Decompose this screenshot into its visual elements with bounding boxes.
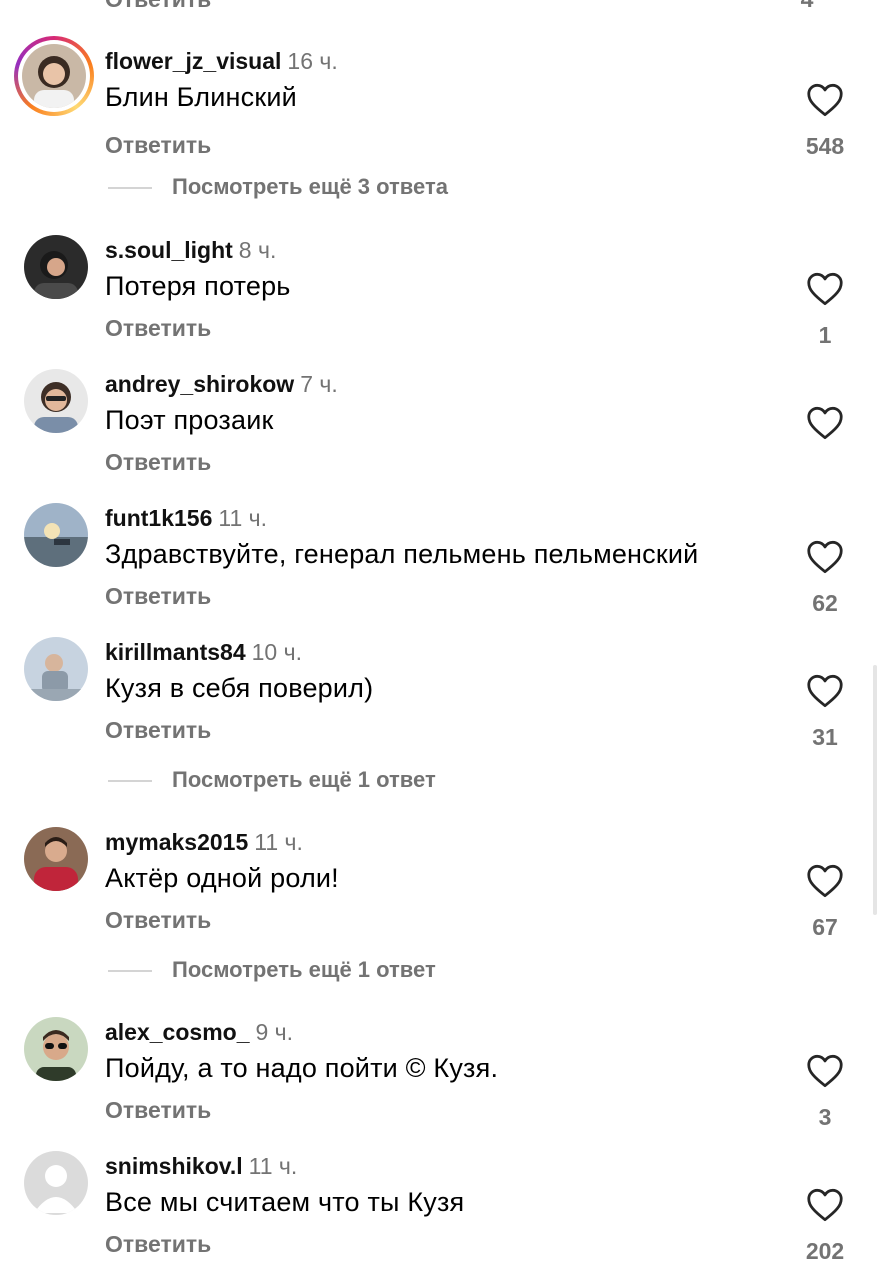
- view-more-replies[interactable]: Посмотреть ещё 3 ответа: [108, 172, 448, 202]
- reply-button[interactable]: Ответить: [105, 315, 211, 342]
- comment-header: kirillmants84 10 ч.: [105, 637, 302, 667]
- comment-item: flower_jz_visual 16 ч. Блин Блинский Отве…: [0, 36, 881, 166]
- comment-header: snimshikov.l 11 ч.: [105, 1151, 297, 1181]
- like-count: 31: [812, 724, 838, 750]
- avatar[interactable]: [24, 637, 88, 701]
- heart-outline-icon[interactable]: [806, 83, 844, 117]
- heart-outline-icon[interactable]: [806, 674, 844, 708]
- timestamp: 11 ч.: [248, 1153, 298, 1179]
- reply-button[interactable]: Ответить: [105, 0, 211, 13]
- view-more-replies-label: Посмотреть ещё 3 ответа: [172, 174, 448, 199]
- divider-line: [108, 970, 152, 973]
- comment-item: funt1k156 11 ч. Здравствуйте, генерал пел…: [0, 503, 881, 623]
- heart-outline-icon[interactable]: [806, 864, 844, 898]
- heart-outline-icon[interactable]: [806, 1188, 844, 1222]
- username[interactable]: andrey_shirokow: [105, 371, 294, 397]
- timestamp: 9 ч.: [255, 1019, 294, 1045]
- comment-text: Здравствуйте, генерал пельмень пельменск…: [105, 539, 699, 569]
- username[interactable]: alex_cosmo_: [105, 1019, 249, 1045]
- comment-text: Блин Блинский: [105, 82, 297, 112]
- avatar-photo-icon: [24, 235, 88, 299]
- username[interactable]: snimshikov.l: [105, 1153, 243, 1179]
- username[interactable]: funt1k156: [105, 505, 212, 531]
- comment-header: mymaks2015 11 ч.: [105, 827, 303, 857]
- timestamp: 11 ч.: [218, 505, 268, 531]
- avatar[interactable]: [24, 827, 88, 891]
- comment-header: alex_cosmo_ 9 ч.: [105, 1017, 293, 1047]
- comment-item: alex_cosmo_ 9 ч. Пойду, а то надо пойти ©…: [0, 1017, 881, 1137]
- reply-button[interactable]: Ответить: [105, 132, 211, 159]
- view-more-replies[interactable]: Посмотреть ещё 1 ответ: [108, 955, 436, 985]
- timestamp: 7 ч.: [300, 371, 338, 397]
- timestamp: 16 ч.: [287, 48, 338, 74]
- default-avatar-icon: [24, 1151, 88, 1215]
- avatar-with-story-ring[interactable]: [14, 36, 94, 116]
- reply-button[interactable]: Ответить: [105, 717, 211, 744]
- comment-text: Актёр одной роли!: [105, 863, 339, 893]
- username[interactable]: flower_jz_visual: [105, 48, 281, 74]
- like-count: 3: [818, 1104, 832, 1130]
- comment-item: s.soul_light 8 ч. Потеря потерь Ответить …: [0, 235, 881, 355]
- username[interactable]: s.soul_light: [105, 237, 233, 263]
- scrollbar[interactable]: [873, 665, 877, 915]
- username[interactable]: mymaks2015: [105, 829, 248, 855]
- like-count: 4: [782, 0, 832, 13]
- avatar-photo-icon: [24, 1017, 88, 1081]
- avatar-photo-icon: [24, 827, 88, 891]
- comment-header: flower_jz_visual 16 ч.: [105, 46, 338, 76]
- default-avatar-icon[interactable]: [24, 1151, 88, 1215]
- reply-button[interactable]: Ответить: [105, 583, 211, 610]
- comment-item: snimshikov.l 11 ч. Все мы считаем что ты …: [0, 1151, 881, 1271]
- reply-button[interactable]: Ответить: [105, 1231, 211, 1258]
- comment-header: andrey_shirokow 7 ч.: [105, 369, 338, 399]
- divider-line: [108, 780, 152, 783]
- like-count: 548: [805, 133, 845, 159]
- comment-text: Поэт прозаик: [105, 405, 274, 435]
- comment-text: Все мы считаем что ты Кузя: [105, 1187, 465, 1217]
- divider-line: [108, 187, 152, 190]
- reply-button[interactable]: Ответить: [105, 907, 211, 934]
- comment-header: funt1k156 11 ч.: [105, 503, 267, 533]
- heart-outline-icon[interactable]: [806, 1054, 844, 1088]
- avatar-photo-icon: [22, 44, 86, 108]
- avatar[interactable]: [24, 503, 88, 567]
- like-count: 67: [812, 914, 838, 940]
- comment-header: s.soul_light 8 ч.: [105, 235, 276, 265]
- comment-item: kirillmants84 10 ч. Кузя в себя поверил) …: [0, 637, 881, 757]
- timestamp: 11 ч.: [254, 829, 303, 855]
- comment-text: Пойду, а то надо пойти © Кузя.: [105, 1053, 499, 1083]
- username[interactable]: kirillmants84: [105, 639, 246, 665]
- like-count: 202: [805, 1238, 845, 1264]
- avatar-photo-icon: [24, 637, 88, 701]
- heart-outline-icon[interactable]: [806, 272, 844, 306]
- reply-button[interactable]: Ответить: [105, 449, 211, 476]
- like-count: 1: [818, 322, 832, 348]
- avatar-photo-icon: [24, 503, 88, 567]
- avatar[interactable]: [24, 1017, 88, 1081]
- like-count: 62: [812, 590, 838, 616]
- timestamp: 10 ч.: [251, 639, 302, 665]
- timestamp: 8 ч.: [238, 237, 277, 263]
- heart-outline-icon[interactable]: [806, 540, 844, 574]
- comment-text: Кузя в себя поверил): [105, 673, 374, 703]
- comment-text: Потеря потерь: [105, 271, 291, 301]
- view-more-replies[interactable]: Посмотреть ещё 1 ответ: [108, 765, 436, 795]
- comment-item: andrey_shirokow 7 ч. Поэт прозаик Ответит…: [0, 369, 881, 489]
- view-more-replies-label: Посмотреть ещё 1 ответ: [172, 767, 436, 792]
- heart-outline-icon[interactable]: [806, 406, 844, 440]
- reply-button[interactable]: Ответить: [105, 1097, 211, 1124]
- avatar[interactable]: [24, 235, 88, 299]
- avatar[interactable]: [24, 369, 88, 433]
- view-more-replies-label: Посмотреть ещё 1 ответ: [172, 957, 436, 982]
- avatar-photo-icon: [24, 369, 88, 433]
- comment-item: mymaks2015 11 ч. Актёр одной роли! Ответи…: [0, 827, 881, 947]
